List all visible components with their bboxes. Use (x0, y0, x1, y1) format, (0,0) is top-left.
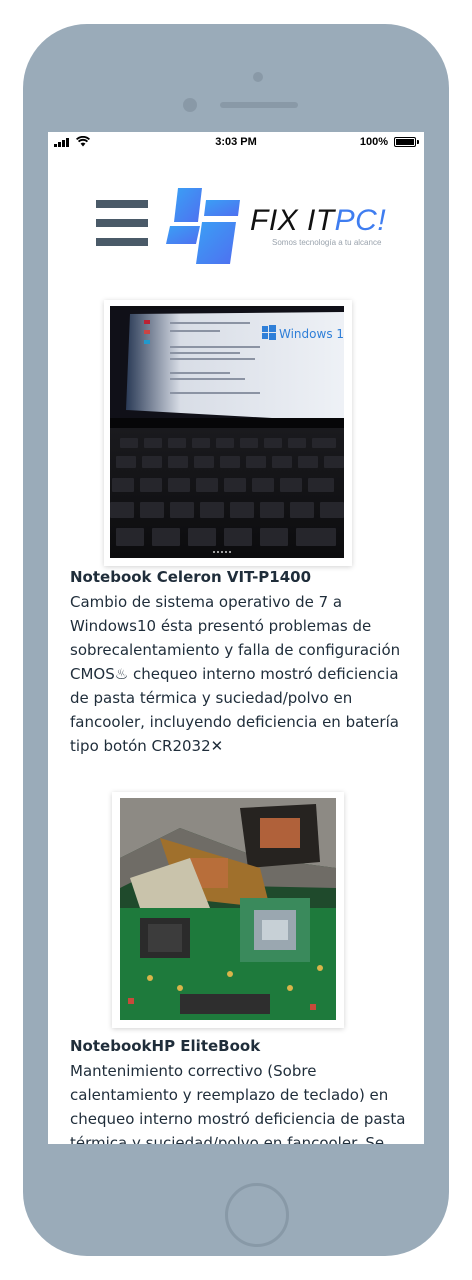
sensor (183, 98, 197, 112)
front-camera (253, 72, 263, 82)
earpiece-speaker (220, 102, 298, 108)
windows10-label: Windows 10 (279, 327, 344, 341)
logo-text-accent: PC! (334, 204, 387, 237)
post-title: Notebook Celeron VIT-P1400 (70, 568, 312, 586)
logo-tagline: Somos tecnología a tu alcance (272, 238, 382, 247)
home-button[interactable] (225, 1183, 289, 1247)
phone-screen: 3:03 PM 100% FIX ITPC! Somos tecnología … (48, 132, 424, 1144)
post-photo[interactable]: Windows 10 (104, 300, 352, 566)
motherboard-photo (120, 798, 336, 1020)
post-title: NotebookHP EliteBook (70, 1037, 261, 1055)
status-bar: 3:03 PM 100% (48, 132, 424, 152)
laptop-windows10-photo: Windows 10 (110, 306, 344, 558)
hamburger-menu-icon[interactable] (96, 200, 148, 246)
battery-icon (394, 137, 419, 147)
post-body: Cambio de sistema operativo de 7 a Windo… (70, 593, 401, 755)
battery-percentage: 100% (359, 136, 388, 148)
site-logo[interactable]: FIX ITPC! Somos tecnología a tu alcance (166, 186, 406, 266)
logo-text: FIX ITPC! (250, 204, 386, 238)
logo-mark-icon (166, 188, 240, 264)
post-photo[interactable] (112, 792, 344, 1028)
logo-text-dark: FIX IT (250, 204, 335, 237)
post-body: Mantenimiento correctivo (Sobre calentam… (70, 1062, 406, 1144)
